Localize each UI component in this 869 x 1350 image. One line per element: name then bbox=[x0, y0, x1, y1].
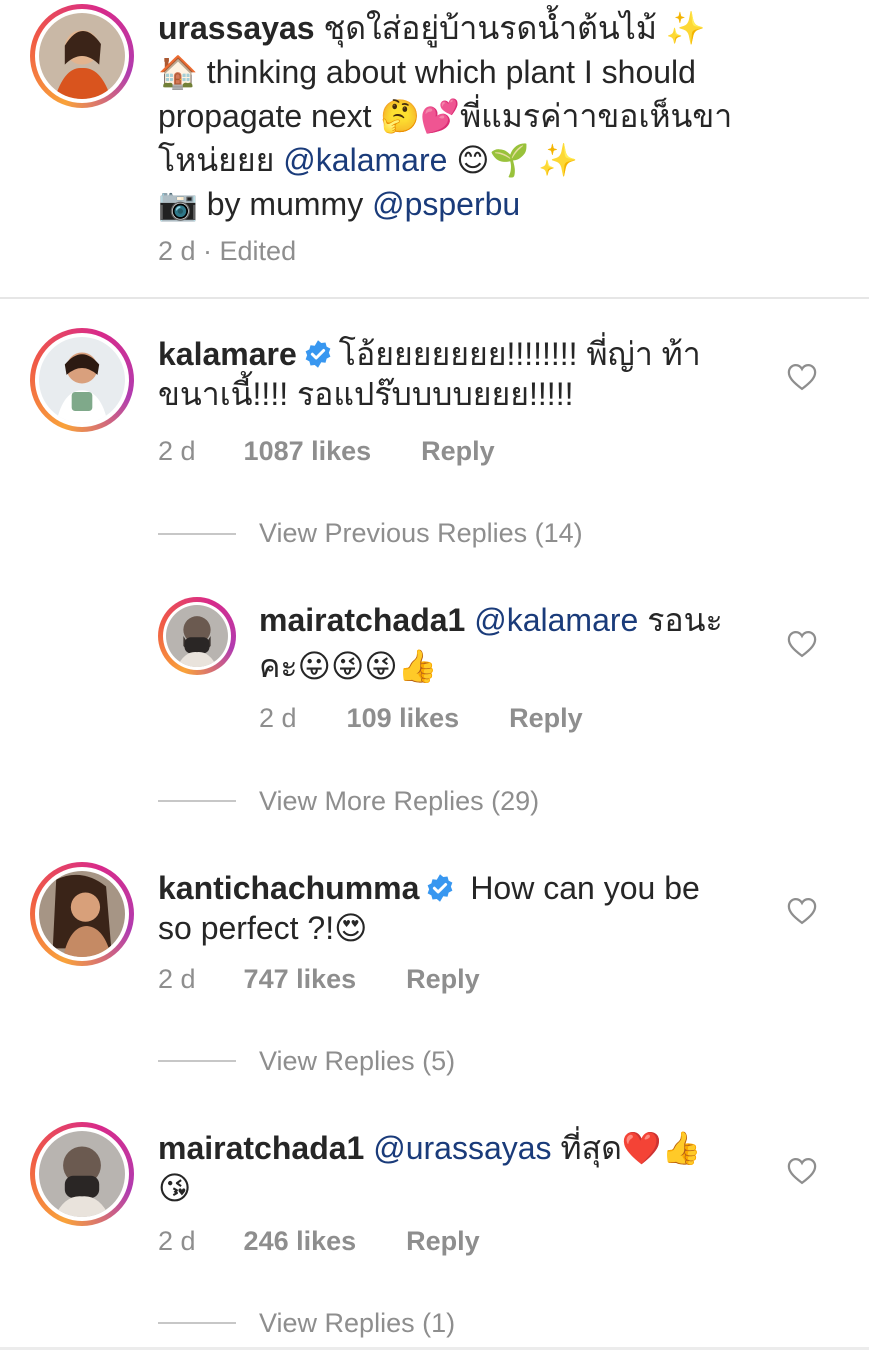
comment-username[interactable]: mairatchada1 bbox=[158, 1130, 364, 1166]
comment-meta: 2 d 1087 likes Reply bbox=[158, 436, 495, 467]
reply-button[interactable]: Reply bbox=[421, 436, 495, 467]
view-replies-button[interactable]: View More Replies (29) bbox=[259, 786, 539, 817]
comment-username[interactable]: mairatchada1 bbox=[259, 602, 465, 638]
comment-time: 2 d bbox=[259, 703, 297, 733]
view-replies-button[interactable]: View Replies (5) bbox=[259, 1046, 455, 1077]
replies-line bbox=[158, 800, 236, 802]
comment-time: 2 d bbox=[158, 436, 196, 466]
verified-badge-icon bbox=[305, 340, 331, 368]
comment-username[interactable]: kantichachumma bbox=[158, 870, 419, 906]
reply-button[interactable]: Reply bbox=[509, 703, 583, 734]
verified-badge-icon bbox=[428, 874, 453, 902]
divider bbox=[0, 297, 869, 299]
likes-count[interactable]: 747 likes bbox=[244, 964, 357, 995]
mention-link[interactable]: @urassayas bbox=[373, 1130, 551, 1166]
reply-button[interactable]: Reply bbox=[406, 964, 480, 995]
caption-meta: 2 d · Edited bbox=[158, 236, 297, 266]
comment-text: kantichachumma How can you be so perfect… bbox=[158, 870, 700, 946]
likes-count[interactable]: 109 likes bbox=[347, 703, 460, 734]
view-replies-button[interactable]: View Replies (1) bbox=[259, 1308, 455, 1339]
comments-screen: urassayas ชุดใส่อยู่บ้านรดน้ำต้นไม้ ✨ 🏠 … bbox=[0, 0, 869, 1350]
heart-outline-icon[interactable] bbox=[787, 1157, 817, 1185]
mention-link[interactable]: @kalamare bbox=[474, 602, 638, 638]
post-caption: urassayas ชุดใส่อยู่บ้านรดน้ำต้นไม้ ✨ 🏠 … bbox=[158, 10, 733, 222]
comment-username[interactable]: kalamare bbox=[158, 336, 297, 372]
avatar-urassayas[interactable] bbox=[30, 4, 134, 108]
reply-text: mairatchada1 @kalamare รอนะ คะ😛😜😜👍 bbox=[259, 602, 723, 684]
replies-line bbox=[158, 1060, 236, 1062]
avatar-kalamare[interactable] bbox=[30, 328, 134, 432]
avatar-mairatchada1[interactable] bbox=[158, 597, 236, 675]
heart-outline-icon[interactable] bbox=[787, 630, 817, 658]
comment-meta: 2 d 747 likes Reply bbox=[158, 964, 480, 995]
likes-count[interactable]: 1087 likes bbox=[244, 436, 372, 467]
caption-username[interactable]: urassayas bbox=[158, 10, 315, 46]
heart-outline-icon[interactable] bbox=[787, 897, 817, 925]
mention-link[interactable]: @psperbu bbox=[372, 186, 520, 222]
avatar-kantichachumma[interactable] bbox=[30, 862, 134, 966]
heart-outline-icon[interactable] bbox=[787, 363, 817, 391]
reply-button[interactable]: Reply bbox=[406, 1226, 480, 1257]
mention-link[interactable]: @kalamare bbox=[283, 142, 447, 178]
comment-time: 2 d bbox=[158, 964, 196, 994]
likes-count[interactable]: 246 likes bbox=[244, 1226, 357, 1257]
comment-text: mairatchada1 @urassayas ที่สุด❤️👍 😘 bbox=[158, 1130, 702, 1206]
replies-line bbox=[158, 1322, 236, 1324]
reply-meta: 2 d 109 likes Reply bbox=[259, 703, 583, 734]
comment-time: 2 d bbox=[158, 1226, 196, 1256]
comment-meta: 2 d 246 likes Reply bbox=[158, 1226, 480, 1257]
view-replies-button[interactable]: View Previous Replies (14) bbox=[259, 518, 583, 549]
replies-line bbox=[158, 533, 236, 535]
avatar-mairatchada1[interactable] bbox=[30, 1122, 134, 1226]
comment-text: kalamare โอ้ยยยยยยย!!!!!!!! พี่ญ่า ท้า ขน… bbox=[158, 336, 701, 412]
